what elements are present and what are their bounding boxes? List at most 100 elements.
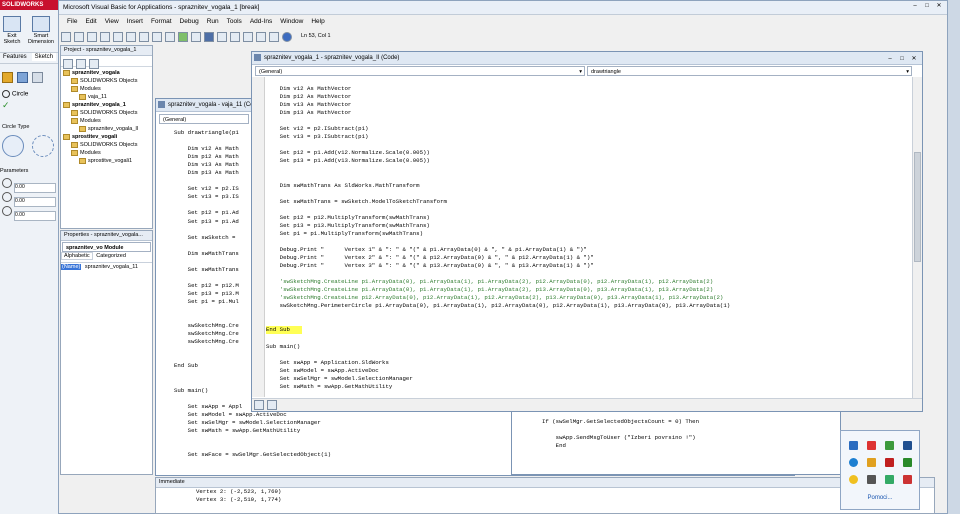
code-line[interactable] [266, 270, 906, 278]
sync-icon[interactable] [885, 441, 894, 450]
save-icon[interactable] [87, 32, 97, 42]
procedure-view-icon[interactable] [254, 400, 264, 410]
printer-icon[interactable] [867, 475, 876, 484]
code-line[interactable]: Set p13 = p13.MultiplyTransform(swMathTr… [266, 222, 906, 230]
design-mode-icon[interactable] [217, 32, 227, 42]
code-line[interactable]: Dim p12 As MathVector [266, 93, 906, 101]
code-line[interactable]: Set p1 = p1.MultiplyTransform(swMathTran… [266, 230, 906, 238]
code-maximize-button[interactable]: □ [896, 55, 908, 64]
toggle-folders-icon[interactable] [89, 59, 99, 69]
project-tree-item[interactable]: Modules [61, 149, 152, 157]
menu-tools[interactable]: Tools [227, 18, 242, 25]
project-tree-item[interactable]: Modules [61, 85, 152, 93]
network-icon[interactable] [849, 441, 858, 450]
cloud-icon[interactable] [885, 475, 894, 484]
project-explorer-icon[interactable] [230, 32, 240, 42]
immediate-line[interactable]: Vertex 2: (-2,523, 1,769) [196, 488, 934, 496]
project-tree-item[interactable]: sprostitve_vogali1 [61, 157, 152, 165]
shield-icon[interactable] [849, 475, 858, 484]
menu-file[interactable]: File [67, 18, 77, 25]
run-icon[interactable] [178, 32, 188, 42]
properties-icon[interactable] [243, 32, 253, 42]
project-tree-item[interactable]: vaja_11 [61, 93, 152, 101]
security-center-icon[interactable] [903, 475, 912, 484]
ok-check-icon[interactable]: ✓ [2, 100, 10, 111]
menu-addins[interactable]: Add-Ins [250, 18, 272, 25]
code-line[interactable]: Set swApp = Application.SldWorks [266, 359, 906, 367]
code-line[interactable]: Set p13 = p1.Add(v13.Normalize.Scale(0.0… [266, 157, 906, 165]
menu-help[interactable]: Help [311, 18, 324, 25]
project-tree-item[interactable]: SOLIDWORKS Objects [61, 77, 152, 85]
code-line[interactable] [266, 174, 906, 182]
green-status-icon[interactable] [903, 458, 912, 467]
project-tree-item[interactable]: SOLIDWORKS Objects [61, 109, 152, 117]
code-line[interactable]: If (swSelMgr.GetSelectedObjectsCount = 0… [542, 418, 699, 426]
param-radius-field[interactable]: 0.00 [14, 211, 56, 221]
code-line[interactable]: Set swSelMgr = swModel.SelectionManager [266, 375, 906, 383]
code-line[interactable]: 'swSketchMng.CreateLine p1.ArrayData(0),… [266, 278, 906, 286]
property-icon[interactable] [2, 72, 13, 83]
paste-icon[interactable] [126, 32, 136, 42]
code-line[interactable]: Dim p13 As MathVector [266, 109, 906, 117]
code-line[interactable] [266, 190, 906, 198]
code-line[interactable]: Dim v12 As MathVector [266, 85, 906, 93]
menu-debug[interactable]: Debug [180, 18, 199, 25]
customize-link[interactable]: Pomoci... [841, 495, 919, 501]
object-dropdown-back[interactable]: (General) [159, 114, 249, 124]
display-settings-icon[interactable] [903, 441, 912, 450]
code-line[interactable]: swSketchMng.PerimeterCircle p1.ArrayData… [266, 302, 906, 310]
code-line[interactable] [542, 426, 699, 434]
exit-sketch-button[interactable]: Exit Sketch [0, 14, 24, 46]
antivirus-icon[interactable] [867, 441, 876, 450]
insert-module-icon[interactable] [74, 32, 84, 42]
code-line[interactable]: Set v13 = p3.ISubtract(p1) [266, 133, 906, 141]
code-line[interactable] [266, 206, 906, 214]
properties-object-dropdown[interactable]: spraznitev_vo Module [62, 242, 151, 252]
adobe-icon[interactable] [885, 458, 894, 467]
reset-icon[interactable] [204, 32, 214, 42]
config-icon[interactable] [16, 72, 28, 83]
code-line[interactable] [266, 141, 906, 149]
code-line[interactable]: End Sub [266, 326, 302, 335]
code-close-button[interactable]: ✕ [908, 55, 920, 64]
code-margin[interactable] [252, 77, 265, 397]
project-tree-item[interactable]: sprostitev_vogali [61, 133, 152, 141]
menu-view[interactable]: View [105, 18, 119, 25]
view-object-icon[interactable] [76, 59, 86, 69]
view-code-icon[interactable] [63, 59, 73, 69]
code-line[interactable] [266, 310, 906, 318]
code-line[interactable]: 'swSketchMng.CreateLine p1.ArrayData(0),… [266, 286, 906, 294]
menu-edit[interactable]: Edit [85, 18, 96, 25]
code-line[interactable]: Dim swMathTrans As SldWorks.MathTransfor… [266, 182, 906, 190]
close-button[interactable]: ✕ [933, 2, 945, 11]
cut-icon[interactable] [100, 32, 110, 42]
tab-alphabetic[interactable]: Alphabetic [61, 252, 93, 260]
object-browser-icon[interactable] [256, 32, 266, 42]
code-line[interactable] [266, 238, 906, 246]
help-icon[interactable] [282, 32, 292, 42]
code-line[interactable]: Set swModel = swApp.ActiveDoc [266, 367, 906, 375]
redo-icon[interactable] [165, 32, 175, 42]
code-line[interactable]: Debug.Print " Vertex 2" & ": " & "(" & p… [266, 254, 906, 262]
full-module-view-icon[interactable] [267, 400, 277, 410]
tab-features[interactable]: Features [0, 53, 30, 61]
tab-sketch[interactable]: Sketch [31, 53, 56, 61]
update-icon[interactable] [849, 458, 858, 467]
code-line[interactable]: Set swMath = swApp.GetMathUtility [266, 383, 906, 391]
code-line[interactable]: Dim v13 As MathVector [266, 101, 906, 109]
menu-format[interactable]: Format [151, 18, 172, 25]
copy-icon[interactable] [113, 32, 123, 42]
display-icon[interactable] [31, 72, 43, 83]
menu-insert[interactable]: Insert [127, 18, 143, 25]
code-line[interactable]: Set p12 = p12.MultiplyTransform(swMathTr… [266, 214, 906, 222]
object-dropdown[interactable]: (General) ▾ [255, 66, 585, 76]
project-tree-item[interactable]: spraznitev_vogala [61, 69, 152, 77]
circle-feature[interactable]: Circle [2, 90, 28, 98]
menu-run[interactable]: Run [207, 18, 219, 25]
break-icon[interactable] [191, 32, 201, 42]
code-line[interactable]: 'swSketchMng.CreateLine p12.ArrayData(0)… [266, 294, 906, 302]
horizontal-scrollbar[interactable] [252, 398, 922, 411]
code-line[interactable] [266, 351, 906, 359]
center-circle-button[interactable] [2, 135, 24, 157]
procedure-dropdown[interactable]: drawtriangle ▾ [587, 66, 912, 76]
